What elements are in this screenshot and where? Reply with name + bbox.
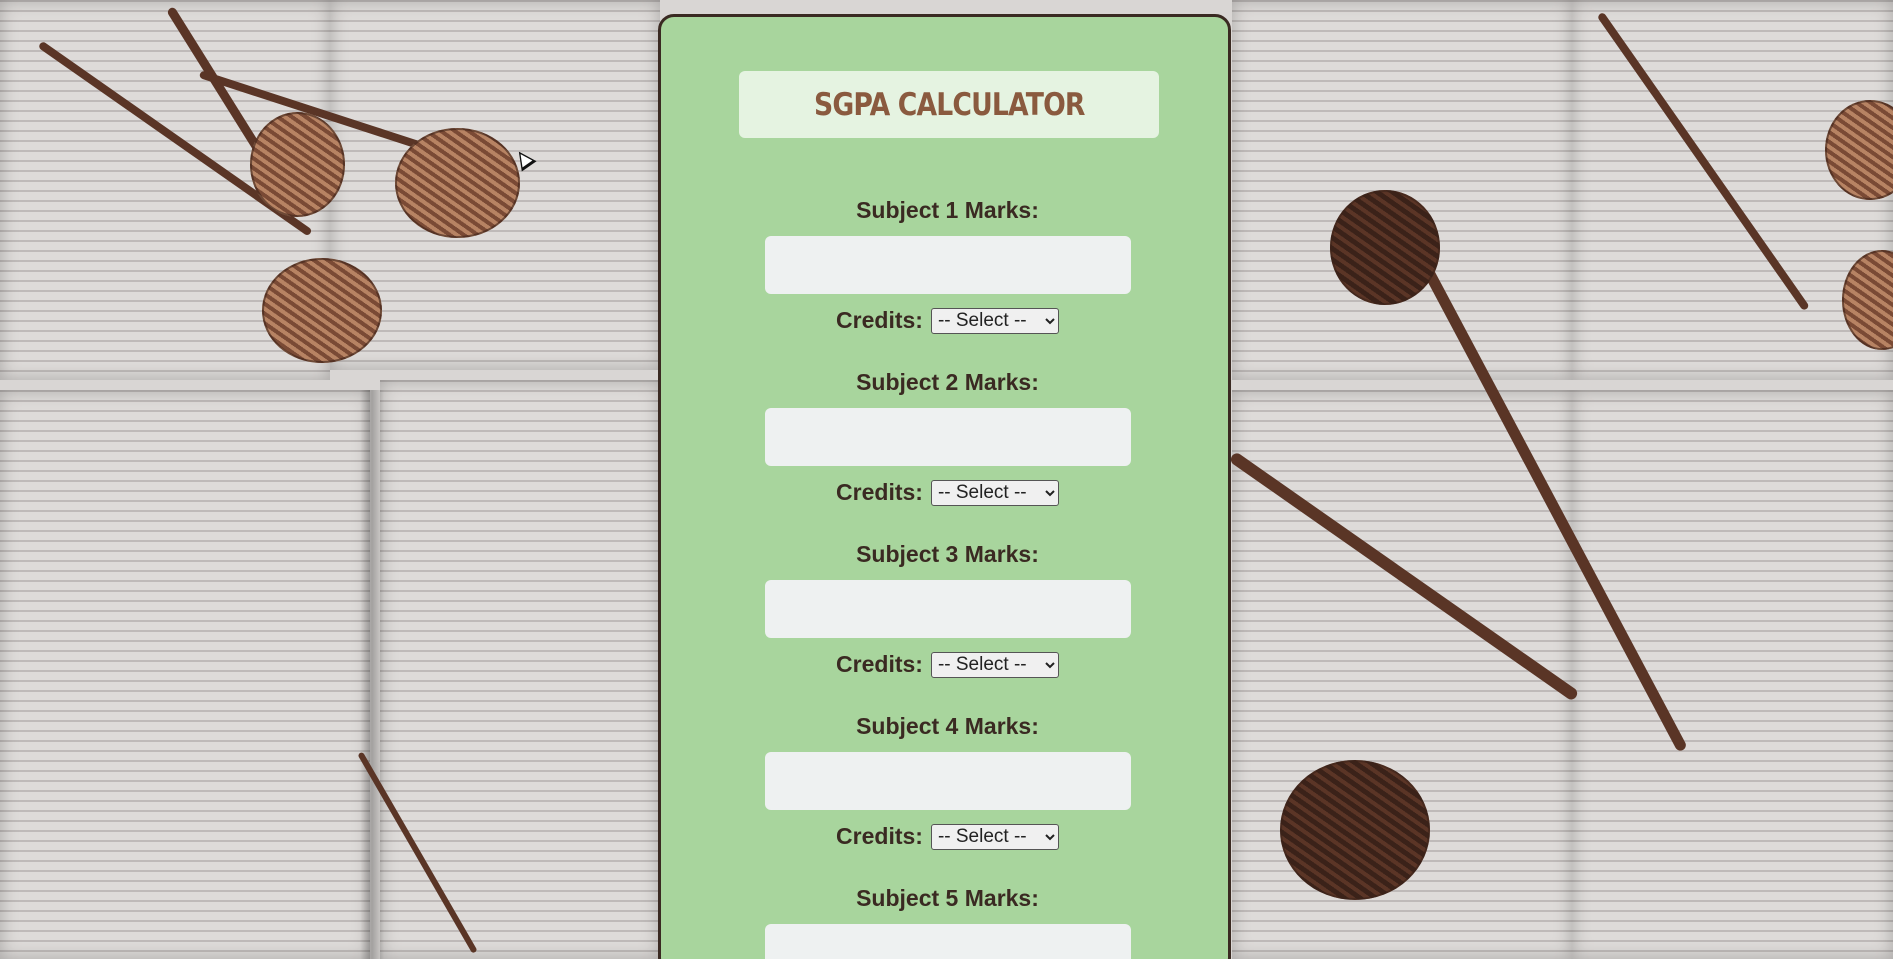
book-page: [1232, 0, 1572, 380]
subject-3-credits-row: Credits: -- Select --: [661, 651, 1234, 678]
pine-cone: [250, 112, 345, 217]
subject-2-credits-label: Credits:: [836, 479, 923, 505]
subject-2-marks-input[interactable]: [765, 408, 1131, 466]
subject-1-marks-label: Subject 1 Marks:: [856, 197, 1039, 223]
calculator-card: SGPA CALCULATOR Subject 1 Marks: Credits…: [658, 14, 1231, 959]
book-spine: [360, 390, 384, 959]
pine-cone: [395, 128, 520, 238]
subject-4-credits-label: Credits:: [836, 823, 923, 849]
subject-4-marks-input[interactable]: [765, 752, 1131, 810]
subject-3-marks-input[interactable]: [765, 580, 1131, 638]
pine-cone: [1280, 760, 1430, 900]
book-page: [0, 390, 370, 959]
subject-5-marks-label: Subject 5 Marks:: [856, 885, 1039, 911]
title-box: SGPA CALCULATOR: [739, 71, 1159, 138]
subject-1-credits-row: Credits: -- Select --: [661, 307, 1234, 334]
subject-4-marks-label: Subject 4 Marks:: [856, 713, 1039, 739]
pine-cone: [262, 258, 382, 363]
book-page: [1572, 390, 1893, 959]
subject-1-credits-select[interactable]: -- Select --: [930, 307, 1059, 334]
subject-5-marks-input[interactable]: [765, 924, 1131, 959]
subject-3-credits-label: Credits:: [836, 651, 923, 677]
subject-4-credits-row: Credits: -- Select --: [661, 823, 1234, 850]
subject-4-credits-select[interactable]: -- Select --: [930, 823, 1059, 850]
subject-2-credits-select[interactable]: -- Select --: [930, 479, 1059, 506]
page-title: SGPA CALCULATOR: [813, 86, 1085, 123]
subject-1-marks-input[interactable]: [765, 236, 1131, 294]
subject-3-marks-label: Subject 3 Marks:: [856, 541, 1039, 567]
subject-3-credits-select[interactable]: -- Select --: [930, 651, 1059, 678]
subject-1-credits-label: Credits:: [836, 307, 923, 333]
pine-cone: [1330, 190, 1440, 305]
book-page: [380, 380, 660, 959]
subject-2-credits-row: Credits: -- Select --: [661, 479, 1234, 506]
subject-2-marks-label: Subject 2 Marks:: [856, 369, 1039, 395]
